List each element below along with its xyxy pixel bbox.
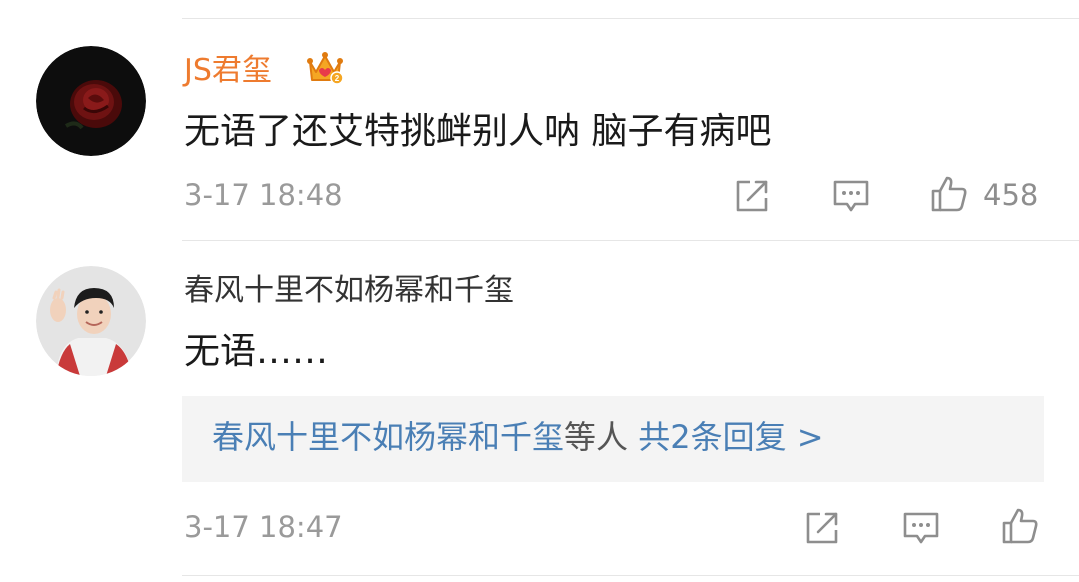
divider [182,240,1079,241]
like-icon[interactable] [1000,506,1040,546]
like-icon[interactable] [929,174,969,214]
avatar[interactable] [36,266,146,376]
reply-count-link[interactable]: 共2条回复 > [638,418,823,456]
comment-icon[interactable] [901,508,941,548]
like-count: 458 [983,178,1039,212]
comment-icon[interactable] [831,176,871,216]
comment-list: JS君玺 2 无语了还艾特挑衅别人呐 脑子有病吧 3-17 18:48 458 … [0,0,1079,582]
divider [182,575,1079,576]
comment-text: 无语…… [184,331,329,372]
reply-preview-text: 春风十里不如杨幂和千玺等人 共2条回复 > [212,421,824,453]
svg-text:2: 2 [335,74,340,83]
comment-text: 无语了还艾特挑衅别人呐 脑子有病吧 [184,111,772,152]
reply-suffix: 等人 [564,418,629,456]
share-icon[interactable] [802,508,842,548]
share-icon[interactable] [732,176,772,216]
reply-users[interactable]: 春风十里不如杨幂和千玺 [212,418,564,456]
timestamp: 3-17 18:48 [184,178,343,212]
reply-preview[interactable]: 春风十里不如杨幂和千玺等人 共2条回复 > [182,396,1044,482]
timestamp: 3-17 18:47 [184,510,343,544]
username[interactable]: JS君玺 [184,56,272,86]
vip-crown-icon: 2 [307,52,344,85]
avatar[interactable] [36,46,146,156]
username[interactable]: 春风十里不如杨幂和千玺 [184,276,514,306]
divider [182,18,1079,19]
